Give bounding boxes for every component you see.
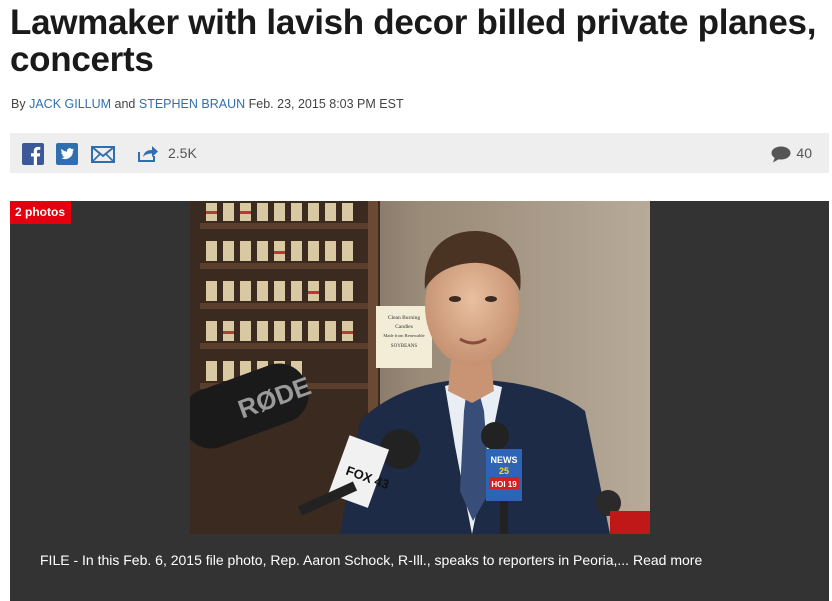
- photo-gallery[interactable]: Clean Burning Candles Made from Renewabl…: [10, 201, 829, 601]
- photo-count-badge[interactable]: 2 photos: [10, 201, 71, 224]
- byline-and: and: [114, 97, 136, 111]
- sign-line-2: Candles: [395, 324, 413, 330]
- mic-label-25: 25: [499, 466, 509, 476]
- photo-image: Clean Burning Candles Made from Renewabl…: [190, 201, 650, 534]
- read-more-link[interactable]: Read more: [633, 552, 702, 568]
- dateline: Feb. 23, 2015 8:03 PM EST: [248, 97, 404, 111]
- comment-count[interactable]: 40: [796, 145, 812, 161]
- photo-caption: FILE - In this Feb. 6, 2015 file photo, …: [40, 552, 702, 568]
- sign-line-3: Made from Renewable: [383, 333, 424, 338]
- author-link-2[interactable]: STEPHEN BRAUN: [139, 97, 245, 111]
- comment-icon[interactable]: [771, 146, 791, 163]
- sign-line-4: SOYBEANS: [391, 344, 418, 349]
- facebook-icon[interactable]: [22, 143, 44, 165]
- mic-label-news: NEWS: [491, 455, 518, 465]
- headline: Lawmaker with lavish decor billed privat…: [10, 3, 817, 79]
- share-count: 2.5K: [168, 145, 197, 161]
- mic-label-hoi: HOI 19: [491, 480, 517, 489]
- byline: By JACK GILLUM and STEPHEN BRAUN Feb. 23…: [11, 97, 404, 111]
- author-link-1[interactable]: JACK GILLUM: [29, 97, 111, 111]
- byline-prefix: By: [11, 97, 26, 111]
- twitter-icon[interactable]: [56, 143, 78, 165]
- email-icon[interactable]: [91, 146, 115, 163]
- gallery-photo[interactable]: Clean Burning Candles Made from Renewabl…: [190, 201, 650, 534]
- caption-text: FILE - In this Feb. 6, 2015 file photo, …: [40, 552, 630, 568]
- share-bar: 2.5K 40: [10, 133, 829, 173]
- share-icon[interactable]: [137, 144, 159, 163]
- sign-line-1: Clean Burning: [388, 315, 420, 321]
